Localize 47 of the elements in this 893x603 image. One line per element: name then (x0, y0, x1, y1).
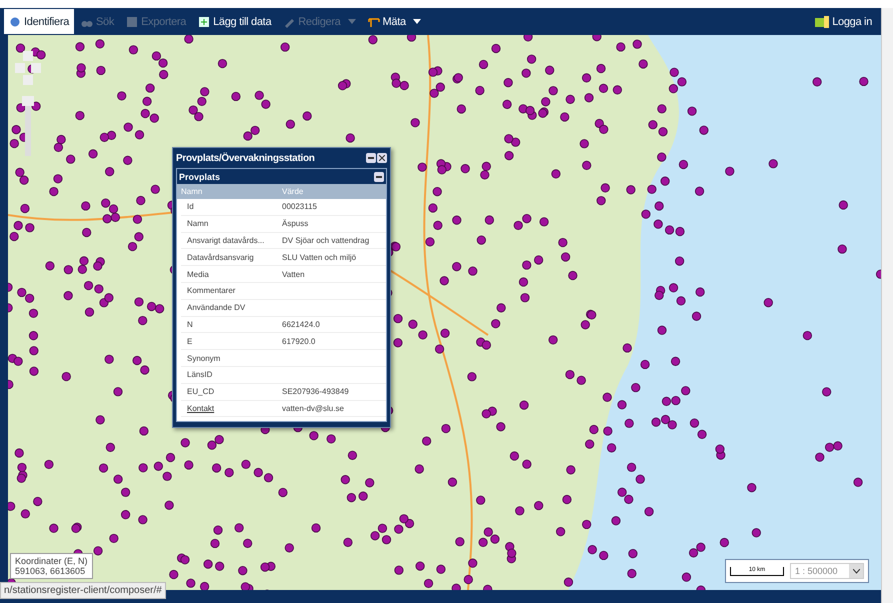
toolbar-button[interactable]: Identifiera (4, 9, 74, 34)
attribute-name: Synonym (186, 354, 222, 363)
close-icon (379, 155, 385, 161)
attribute-name: Ansvarigt datavårds... (186, 236, 266, 245)
section-title: Provplats (179, 172, 220, 182)
attribute-value: SLU Vatten och miljö (281, 252, 358, 262)
minimize-icon (368, 157, 374, 159)
attribute-value: vatten-dv@slu.se (281, 404, 345, 413)
attribute-value: Äspuss (281, 219, 310, 228)
contact-link[interactable]: Kontakt (187, 404, 214, 413)
close-button[interactable] (377, 153, 387, 163)
attribute-name: Användande DV (186, 303, 246, 312)
attribute-name: Media (186, 270, 210, 279)
info-icon (9, 16, 21, 28)
chevron-down-icon (852, 568, 860, 574)
attribute-name: Id (186, 202, 195, 212)
coordinate-value: 591063, 6613605 (15, 566, 86, 576)
minimize-button[interactable] (366, 153, 376, 163)
attribute-value: SE207936-493849 (281, 387, 350, 396)
toolbar-button[interactable]: Mäta (362, 9, 426, 34)
minus-icon (376, 176, 382, 178)
attribute-name: Datavårdsansvarig (186, 252, 255, 262)
login-icon (815, 16, 830, 28)
attribute-name: EU_CD (186, 387, 216, 396)
login-button[interactable]: Logga in (810, 9, 878, 34)
ruler-icon (368, 16, 380, 28)
add-icon (198, 16, 210, 28)
attribute-value: 617920.0 (281, 336, 316, 346)
dropdown-button[interactable] (849, 564, 864, 578)
attribute-value: DV Sjöar och vattendrag (281, 236, 370, 245)
popup-title: Provplats/Övervakningsstation (176, 152, 315, 164)
status-url: n/stationsregister-client/composer/# (0, 582, 166, 599)
attribute-name: Kommentarer (186, 286, 236, 296)
attribute-value: 00023115 (281, 202, 318, 212)
attribute-name: Namn (186, 219, 210, 228)
coordinate-label: Koordinater (E, N) (15, 556, 88, 566)
attribute-name: E (186, 336, 194, 346)
toolbar-button[interactable]: Lägg till data (193, 9, 276, 34)
export-icon (126, 16, 138, 28)
column-header: Värde (281, 187, 304, 196)
attribute-name: N (186, 320, 194, 329)
attribute-value: 6621424.0 (281, 320, 321, 329)
attribute-name: LänsID (186, 370, 214, 380)
collapse-button[interactable] (374, 172, 384, 182)
attribute-value: Vatten (281, 270, 306, 279)
scale-select[interactable]: 1 : 500000 (790, 563, 864, 579)
column-header: Namn (180, 187, 204, 196)
